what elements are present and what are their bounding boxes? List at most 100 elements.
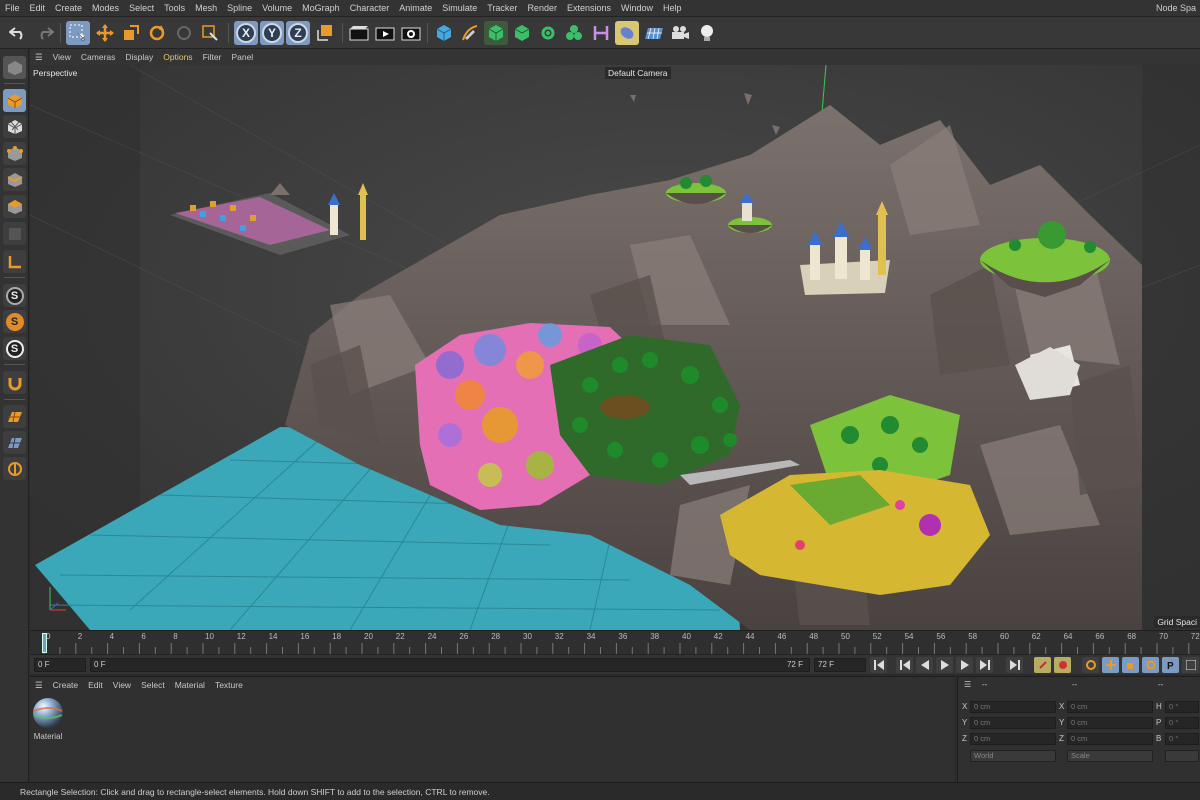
menu-animate[interactable]: Animate (394, 0, 437, 17)
record-scale-icon[interactable] (1122, 657, 1139, 673)
size-mode-dropdown[interactable]: Scale (1067, 750, 1153, 762)
viewport-label[interactable]: Perspective (33, 68, 77, 78)
play-icon[interactable] (936, 657, 953, 673)
material-menu-texture[interactable]: Texture (210, 680, 248, 690)
render-view-icon[interactable] (347, 21, 371, 45)
keyframe-mode-icon[interactable] (1182, 657, 1199, 673)
render-to-picture-viewer-icon[interactable] (373, 21, 397, 45)
coordinate-system-icon[interactable] (313, 21, 337, 45)
go-to-start-icon[interactable] (870, 657, 887, 673)
mograph-cloner-icon[interactable] (562, 21, 586, 45)
material-menu-material[interactable]: Material (170, 680, 210, 690)
menu-spline[interactable]: Spline (222, 0, 257, 17)
viewport-menu-options[interactable]: Options (158, 49, 197, 65)
end-frame-field[interactable]: 72 F (814, 658, 866, 672)
solo-off-icon[interactable]: S (3, 284, 26, 307)
record-parameter-icon[interactable]: P (1162, 657, 1179, 673)
apply-button[interactable] (1165, 750, 1199, 762)
menu-edit[interactable]: Edit (25, 0, 51, 17)
live-selection-icon[interactable] (198, 21, 222, 45)
material-menu-select[interactable]: Select (136, 680, 170, 690)
rot-p-field[interactable]: 0 ° (1165, 717, 1199, 729)
menu-simulate[interactable]: Simulate (437, 0, 482, 17)
model-mode-icon[interactable] (3, 89, 26, 112)
planar-workplane-icon[interactable] (3, 457, 26, 480)
layout-name[interactable]: Node Spa (1156, 0, 1196, 17)
undo-icon[interactable] (6, 21, 30, 45)
rot-b-field[interactable]: 0 ° (1165, 733, 1199, 745)
record-rotation-icon[interactable] (1142, 657, 1159, 673)
pen-tool-icon[interactable] (458, 21, 482, 45)
axis-mode-icon[interactable] (3, 250, 26, 273)
perspective-viewport[interactable]: Perspective Default Camera Grid Spaci (30, 65, 1200, 630)
viewport-menu-cameras[interactable]: Cameras (76, 49, 120, 65)
polygons-mode-icon[interactable] (3, 195, 26, 218)
menu-render[interactable]: Render (522, 0, 562, 17)
make-editable-icon[interactable] (3, 56, 26, 79)
pos-x-field[interactable]: 0 cm (970, 701, 1056, 713)
camera-name[interactable]: Default Camera (605, 67, 671, 79)
rot-h-field[interactable]: 0 ° (1165, 701, 1199, 713)
cube-primitive-icon[interactable] (432, 21, 456, 45)
subdivision-surface-icon[interactable] (484, 21, 508, 45)
playhead[interactable] (42, 633, 47, 653)
start-frame-field[interactable]: 0 F (34, 658, 86, 672)
size-x-field[interactable]: 0 cm (1067, 701, 1153, 713)
previous-key-icon[interactable] (896, 657, 913, 673)
move-icon[interactable] (93, 21, 117, 45)
material-menu-create[interactable]: Create (48, 680, 84, 690)
viewport-menu-display[interactable]: Display (120, 49, 158, 65)
material-menu-edit[interactable]: Edit (83, 680, 108, 690)
pos-y-field[interactable]: 0 cm (970, 717, 1056, 729)
menu-character[interactable]: Character (345, 0, 395, 17)
deformer-icon[interactable] (589, 21, 613, 45)
cloner-icon[interactable] (536, 21, 560, 45)
recent-tools-icon[interactable] (172, 21, 196, 45)
solo-hierarchy-icon[interactable]: S (3, 337, 26, 360)
menu-modes[interactable]: Modes (87, 0, 124, 17)
size-y-field[interactable]: 0 cm (1067, 717, 1153, 729)
material-hamburger-icon[interactable]: ☰ (30, 680, 48, 691)
z-axis-lock-button[interactable]: Z (286, 21, 310, 45)
floor-object-icon[interactable] (642, 21, 666, 45)
rectangle-selection-icon[interactable] (66, 21, 90, 45)
field-object-icon[interactable] (615, 21, 639, 45)
current-frame-slider[interactable]: 0 F 72 F (90, 658, 810, 672)
snap-icon[interactable] (3, 371, 26, 394)
camera-object-icon[interactable] (668, 21, 692, 45)
next-key-icon[interactable] (976, 657, 993, 673)
y-axis-lock-button[interactable]: Y (260, 21, 284, 45)
coords-hamburger-icon[interactable]: ☰ (964, 680, 971, 689)
redo-icon[interactable] (33, 21, 57, 45)
rotate-icon[interactable] (145, 21, 169, 45)
solo-single-icon[interactable]: S (3, 310, 26, 333)
viewport-menu-filter[interactable]: Filter (198, 49, 227, 65)
light-object-icon[interactable] (695, 21, 719, 45)
previous-frame-icon[interactable] (916, 657, 933, 673)
workplane-icon[interactable] (3, 405, 26, 428)
points-mode-icon[interactable] (3, 142, 26, 165)
autokey-icon[interactable] (1082, 657, 1099, 673)
menu-extensions[interactable]: Extensions (562, 0, 616, 17)
next-frame-icon[interactable] (956, 657, 973, 673)
menu-file[interactable]: File (0, 0, 25, 17)
menu-mesh[interactable]: Mesh (190, 0, 222, 17)
material-thumbnail[interactable]: Material (32, 697, 64, 741)
motion-recording-icon[interactable] (1034, 657, 1051, 673)
menu-mograph[interactable]: MoGraph (297, 0, 345, 17)
go-to-end-icon[interactable] (1006, 657, 1023, 673)
viewport-menu-view[interactable]: View (48, 49, 76, 65)
edges-mode-icon[interactable] (3, 168, 26, 191)
menu-select[interactable]: Select (124, 0, 159, 17)
scale-icon[interactable] (119, 21, 143, 45)
size-z-field[interactable]: 0 cm (1067, 733, 1153, 745)
material-menu-view[interactable]: View (108, 680, 136, 690)
menu-create[interactable]: Create (50, 0, 87, 17)
uv-mode-icon[interactable] (3, 222, 26, 245)
record-active-objects-icon[interactable] (1054, 657, 1071, 673)
render-settings-icon[interactable] (399, 21, 423, 45)
timeline-ruler[interactable]: 0 2 4 6 8 10 12 14 16 18 20 22 24 26 28 30 32 34 36 38 40 42 4… (30, 630, 1200, 654)
extrude-icon[interactable] (510, 21, 534, 45)
texture-mode-icon[interactable] (3, 115, 26, 138)
record-position-icon[interactable] (1102, 657, 1119, 673)
